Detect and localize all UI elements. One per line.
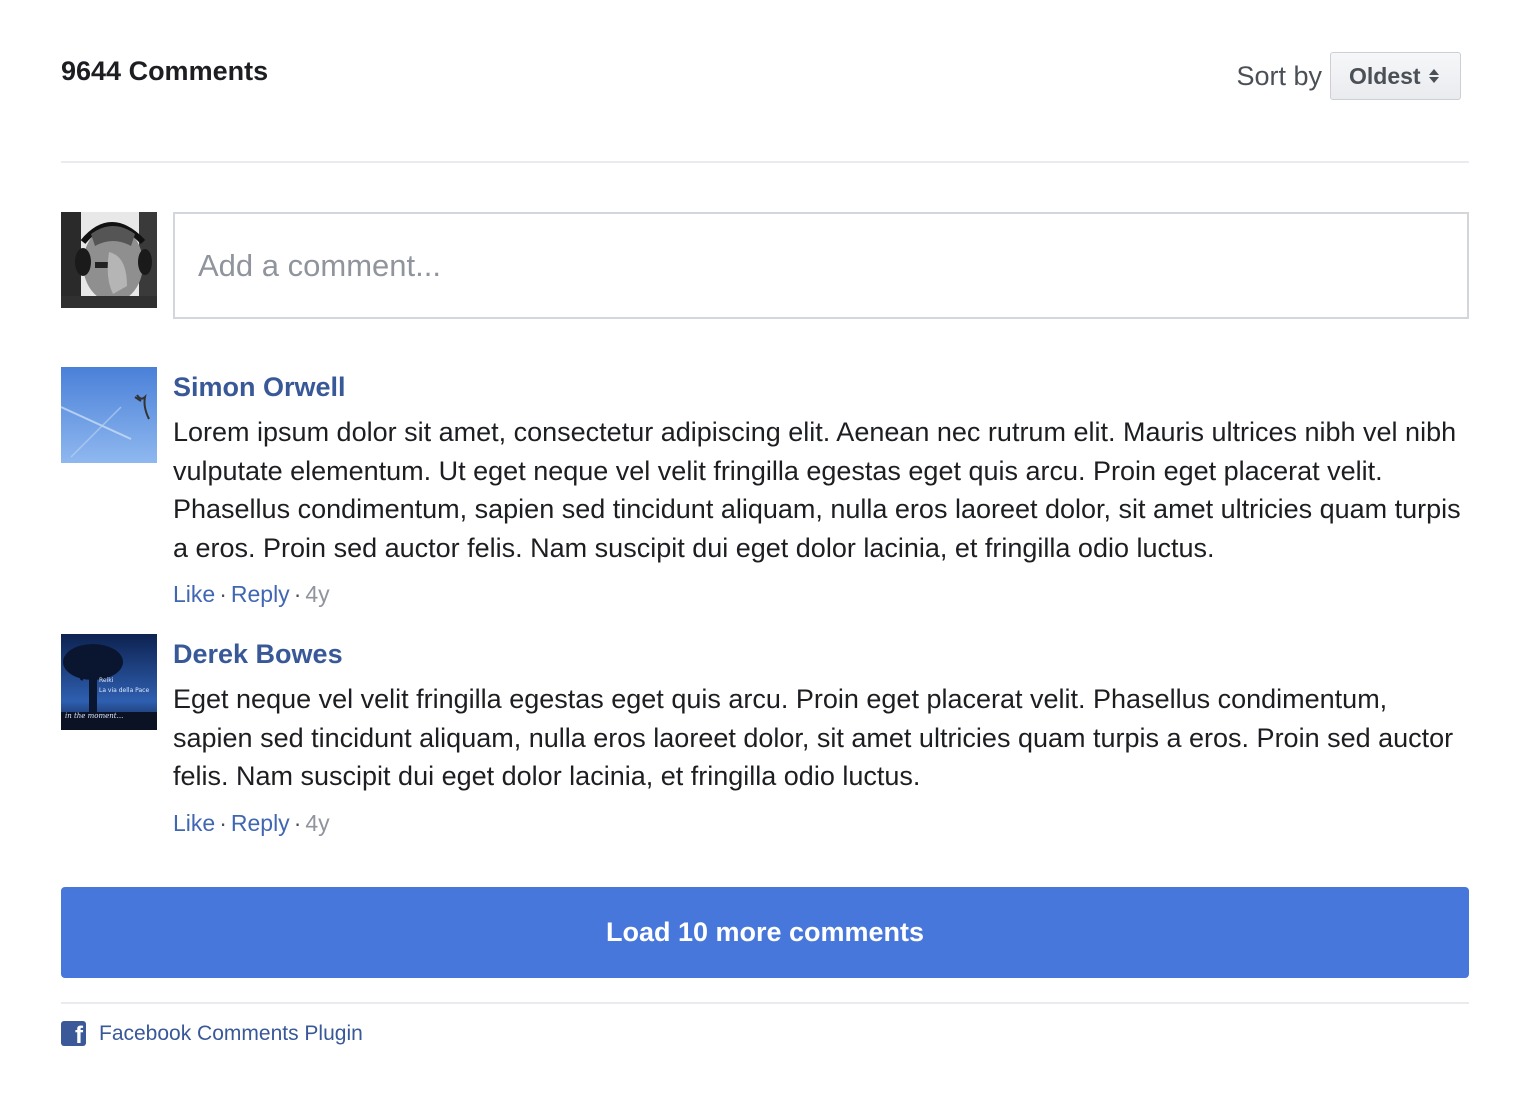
comments-header: 9644 Comments Sort by Oldest [61, 52, 1469, 102]
comment-actions: Like · Reply · 4y [173, 808, 1463, 838]
reply-link[interactable]: Reply [231, 810, 290, 836]
sort-select[interactable]: Oldest [1330, 52, 1461, 100]
sort-label: Sort by [1236, 60, 1322, 91]
current-user-avatar [61, 212, 157, 308]
avatar-text: La via della Pace [99, 687, 149, 694]
avatar-text: in the moment... [65, 712, 123, 720]
comments-plugin: 9644 Comments Sort by Oldest Add a comme… [61, 0, 1469, 1116]
comment-timestamp[interactable]: 4y [305, 810, 329, 836]
header-divider [61, 161, 1469, 163]
like-link[interactable]: Like [173, 581, 215, 607]
sort-control: Sort by Oldest [1236, 52, 1461, 100]
footer-divider [61, 1002, 1469, 1004]
comment-actions: Like · Reply · 4y [173, 579, 1463, 609]
commenter-avatar[interactable] [61, 367, 157, 463]
add-comment-input[interactable] [173, 212, 1469, 319]
avatar-text: Reiki [99, 677, 114, 684]
separator-dot: · [293, 809, 302, 836]
comment-text: Eget neque vel velit fringilla egestas e… [173, 684, 1454, 791]
separator-dot: · [293, 581, 302, 607]
comment-body: Derek Bowes Eget neque vel velit fringil… [173, 634, 1463, 838]
facebook-plugin-link[interactable]: Facebook Comments Plugin [99, 1022, 363, 1046]
comment-count: 9644 Comments [61, 56, 269, 86]
sort-value: Oldest [1349, 62, 1421, 89]
plugin-footer: f Facebook Comments Plugin [61, 1021, 363, 1046]
comment-composer [61, 212, 1469, 319]
reply-link[interactable]: Reply [231, 581, 290, 607]
separator-dot: · [219, 581, 227, 607]
load-more-button[interactable]: Load 10 more comments [61, 887, 1469, 978]
comment-body: Simon Orwell Lorem ipsum dolor sit amet,… [173, 367, 1463, 609]
comment-author[interactable]: Derek Bowes [173, 635, 1463, 673]
separator-dot: · [219, 809, 227, 836]
comment-timestamp[interactable]: 4y [305, 581, 329, 607]
facebook-icon: f [61, 1021, 86, 1046]
comment-text: Lorem ipsum dolor sit amet, consectetur … [173, 417, 1461, 563]
sort-caret-icon [1428, 69, 1439, 83]
like-link[interactable]: Like [173, 810, 215, 836]
commenter-avatar[interactable]: Reiki La via della Pace in the moment... [61, 634, 157, 730]
comment-author[interactable]: Simon Orwell [173, 368, 1463, 406]
